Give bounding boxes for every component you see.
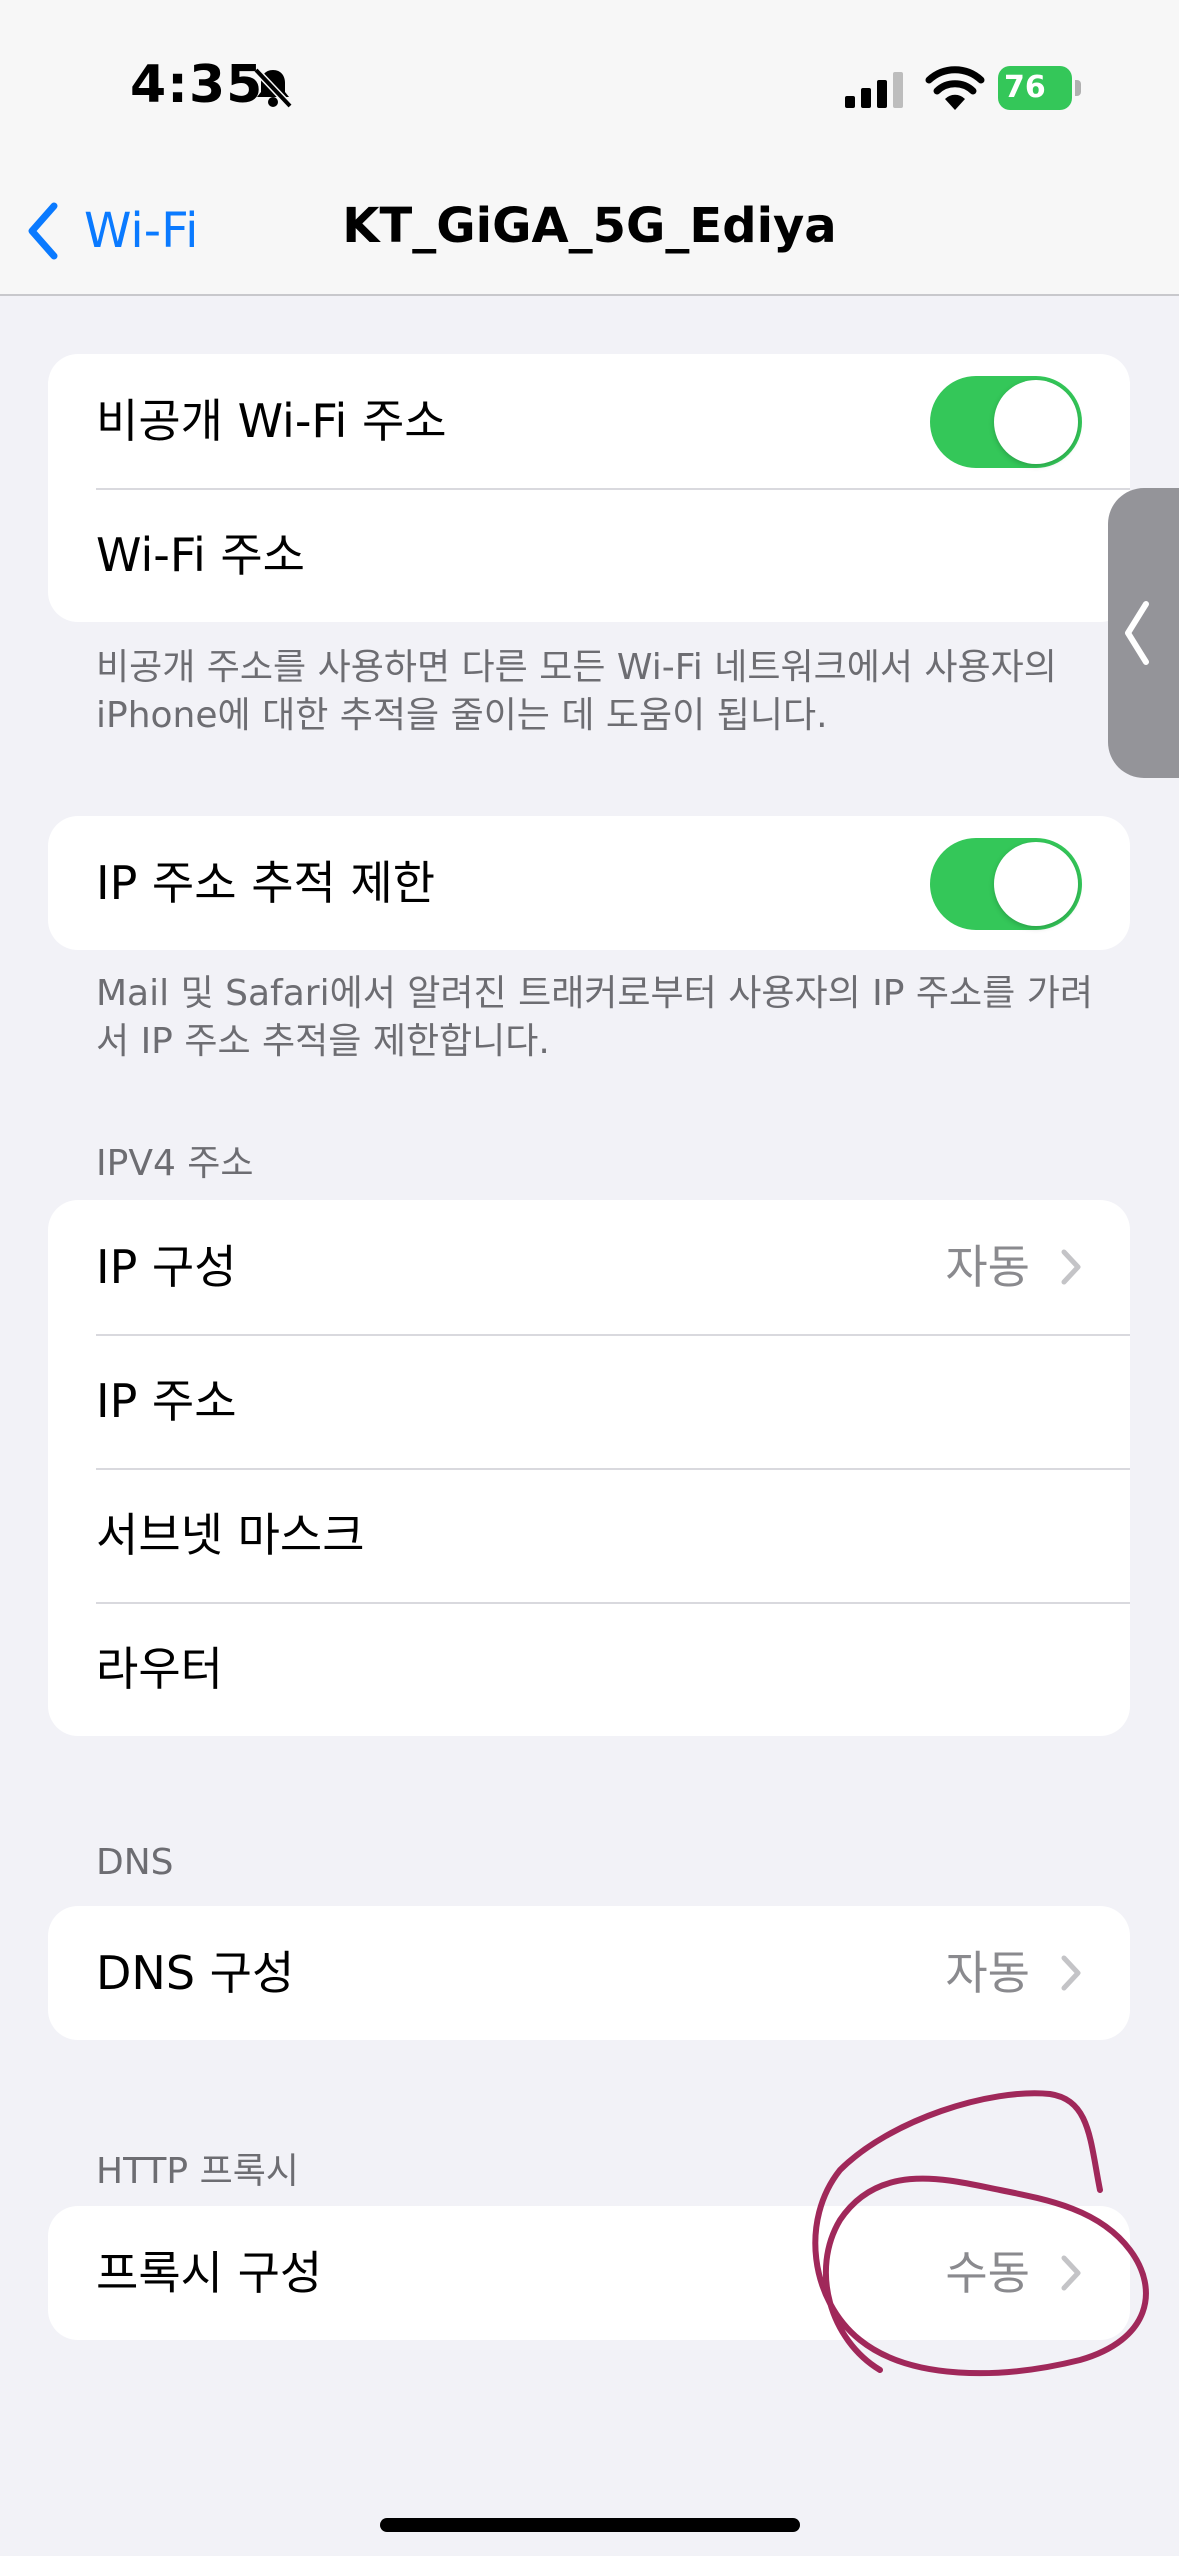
http-proxy-header: HTTP 프록시 (96, 2151, 299, 2192)
toggle-knob (994, 380, 1078, 464)
configure-dns-value: 자동 (945, 1946, 1030, 2000)
navigation-bar: Wi-Fi KT_GiGA_5G_Ediya (0, 170, 1179, 296)
wifi-address-label: Wi-Fi 주소 (96, 528, 306, 582)
configure-dns-label: DNS 구성 (96, 1946, 295, 2000)
router-label: 라우터 (96, 1642, 223, 1696)
ip-tracking-group: IP 주소 추적 제한 (48, 816, 1130, 950)
redacted-subnet-mask (748, 1498, 1130, 1572)
ip-address-label: IP 주소 (96, 1374, 237, 1428)
chevron-right-icon (1061, 1249, 1081, 1285)
router-row: 라우터 (48, 1602, 1130, 1736)
ip-tracking-footer: Mail 및 Safari에서 알려진 트래커로부터 사용자의 IP 주소를 가… (96, 973, 1093, 1062)
private-address-label: 비공개 Wi-Fi 주소 (96, 394, 447, 448)
annotation-circle (812, 2090, 1149, 2377)
limit-ip-tracking-toggle[interactable] (930, 838, 1082, 930)
private-address-footer: 비공개 주소를 사용하면 다른 모든 Wi-Fi 네트워크에서 사용자의 iPh… (96, 647, 1057, 736)
home-indicator[interactable] (380, 2518, 800, 2532)
subnet-mask-row: 서브넷 마스크 (48, 1468, 1130, 1602)
configure-ip-row[interactable]: IP 구성 자동 (48, 1200, 1130, 1334)
configure-dns-row[interactable]: DNS 구성 자동 (48, 1906, 1130, 2040)
dns-header: DNS (96, 1842, 174, 1883)
private-address-row: 비공개 Wi-Fi 주소 (48, 354, 1130, 488)
chevron-left-icon (1125, 601, 1149, 665)
configure-ip-label: IP 구성 (96, 1240, 237, 1294)
bell-slash-icon (253, 67, 293, 109)
toggle-knob (994, 842, 1078, 926)
chevron-right-icon (1061, 1955, 1081, 1991)
dns-group: DNS 구성 자동 (48, 1906, 1130, 2040)
configure-proxy-label: 프록시 구성 (96, 2246, 323, 2300)
battery-icon: 76 (998, 66, 1081, 110)
ip-address-row: IP 주소 (48, 1334, 1130, 1468)
battery-level: 76 (998, 66, 1072, 110)
wifi-address-row: Wi-Fi 주소 (48, 488, 1130, 622)
redacted-ip-address (808, 1364, 1130, 1438)
redacted-wifi-address (638, 518, 1130, 592)
private-address-group: 비공개 Wi-Fi 주소 Wi-Fi 주소 (48, 354, 1130, 622)
cellular-signal-icon (845, 72, 903, 108)
limit-ip-tracking-label: IP 주소 추적 제한 (96, 856, 436, 910)
limit-ip-tracking-row: IP 주소 추적 제한 (48, 816, 1130, 950)
private-address-toggle[interactable] (930, 376, 1082, 468)
ipv4-group: IP 구성 자동 IP 주소 서브넷 마스크 라우터 (48, 1200, 1130, 1736)
redacted-router (808, 1632, 1130, 1706)
status-time: 4:35 (130, 55, 264, 115)
ipv4-header: IPV4 주소 (96, 1143, 254, 1184)
battery-cap (1075, 80, 1081, 96)
status-bar: 4:35 76 (0, 0, 1179, 170)
wifi-icon (925, 66, 985, 110)
page-title: KT_GiGA_5G_Ediya (342, 198, 837, 254)
subnet-mask-label: 서브넷 마스크 (96, 1508, 365, 1562)
configure-ip-value: 자동 (945, 1240, 1030, 1294)
